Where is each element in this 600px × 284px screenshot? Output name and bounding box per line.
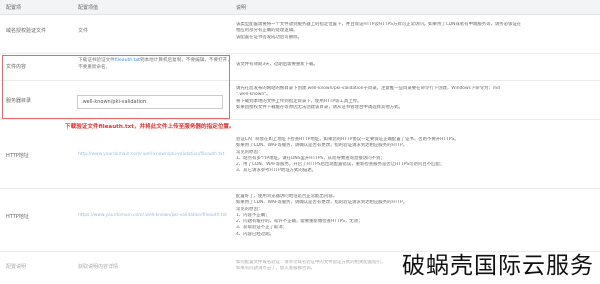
header-config-value: 配置项值 [78,5,99,11]
header-config-item: 配置项 [6,5,22,11]
table-header: 配置项 配置项值 说明 [0,0,600,15]
row-description: 配置好了，使用浏览器访问地址是否正常能出内容。 如果用了CDN、WAF等服务，请… [236,194,408,237]
row-label: 域名授权验证文件 [6,28,47,34]
annotation-note: 下载验证文件fileauth.txt，并将此文件上传至服务器的指定位置。 [65,124,235,130]
server-directory-field[interactable]: .well-known/pki-validation [77,95,223,109]
table-row: HTTP地址 https://www.yourdomain.com/.well-… [0,189,600,252]
row-label: HTTP地址 [6,214,29,220]
https-url-link[interactable]: https://www.yourdomain.com/.well-known/p… [78,213,227,218]
row-description: 请先在您发布的网站的根目录下创建.well-known/pki-validati… [236,86,500,110]
table-row: 域名授权验证文件 文件 该类型配置需要将一个文件放到服务器上的指定位置下，并且保… [0,15,600,54]
row-description: 验证CA厂商会在如上地址下检查HTTP地址，如果您的HTTP协议一定要保证正确配… [236,137,459,174]
row-description: 该类型配置需要将一个文件放到服务器上的指定位置下，并且保证HTTP及HTTPS方… [236,22,522,40]
header-description: 说明 [236,5,247,11]
row-value: 文件 [78,28,89,34]
highlight-box [2,55,230,119]
row-label: HTTP地址 [6,153,29,159]
watermark-text: 破蜗壳国际云服务 [402,253,594,279]
table-row: HTTP地址 http://www.yourdomain.com/.well-k… [0,132,600,189]
http-url-link[interactable]: http://www.yourdomain.com/.well-known/pk… [78,152,225,157]
row-label: 配置说明 [6,264,27,270]
row-description: 该文件有效期3天，过期后需要重新下载。 [236,62,318,67]
config-guide-link[interactable]: 获取说明内容详情 [78,263,118,270]
